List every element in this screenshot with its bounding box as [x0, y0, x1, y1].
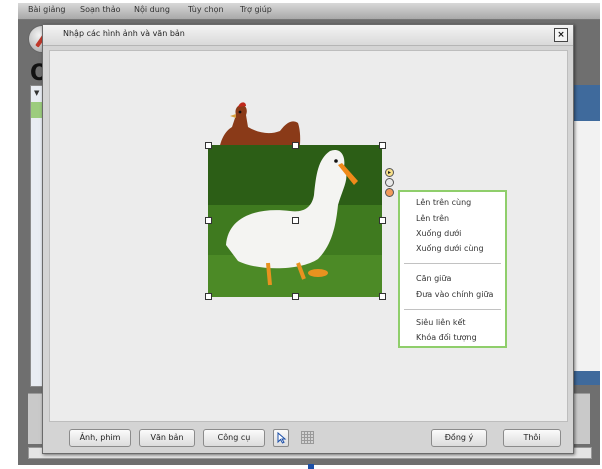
menu-item-lock-object[interactable]: Khóa đối tượng — [416, 333, 477, 342]
object-controls: ▸ — [385, 168, 395, 200]
menu-item-move-to-center[interactable]: Đưa vào chính giữa — [416, 290, 493, 299]
duck-image-selection[interactable] — [205, 142, 386, 300]
rotate-icon[interactable] — [385, 188, 394, 197]
insert-images-text-dialog: Nhập các hình ảnh và văn bản × ▸ Lên trê… — [42, 24, 574, 454]
status-indicator — [308, 464, 314, 469]
resize-handle-top[interactable] — [292, 142, 299, 149]
resize-handle-bottom[interactable] — [292, 293, 299, 300]
grid-icon[interactable] — [301, 431, 314, 444]
close-icon[interactable]: × — [554, 28, 568, 42]
right-side-panel — [570, 85, 600, 385]
menu-lectures[interactable]: Bài giảng — [28, 5, 66, 14]
menu-arrow-icon[interactable]: ▸ — [385, 168, 394, 177]
menu-item-bring-forward[interactable]: Lên trên — [416, 214, 449, 223]
menu-item-send-to-back[interactable]: Xuống dưới cùng — [416, 244, 484, 253]
menu-help[interactable]: Trợ giúp — [240, 5, 272, 14]
images-media-button[interactable]: Ảnh, phim — [69, 429, 131, 447]
text-button[interactable]: Văn bản — [139, 429, 195, 447]
tree-expand-icon[interactable]: ▼ — [34, 89, 39, 97]
resize-handle-right[interactable] — [379, 217, 386, 224]
dialog-title: Nhập các hình ảnh và văn bản — [63, 29, 185, 38]
editing-canvas[interactable]: ▸ Lên trên cùng Lên trên Xuống dưới Xuốn… — [49, 50, 568, 422]
menu-separator — [404, 309, 501, 310]
ok-button[interactable]: Đồng ý — [431, 429, 487, 447]
menu-compose[interactable]: Soạn thảo — [80, 5, 121, 14]
resize-handle-top-left[interactable] — [205, 142, 212, 149]
link-icon[interactable] — [385, 178, 394, 187]
menu-item-send-backward[interactable]: Xuống dưới — [416, 229, 461, 238]
menu-options[interactable]: Tùy chọn — [188, 5, 224, 14]
resize-handle-bottom-left[interactable] — [205, 293, 212, 300]
menu-item-bring-to-front[interactable]: Lên trên cùng — [416, 198, 471, 207]
center-handle[interactable] — [292, 217, 299, 224]
right-panel-content — [574, 121, 600, 371]
resize-handle-bottom-right[interactable] — [379, 293, 386, 300]
dialog-titlebar[interactable]: Nhập các hình ảnh và văn bản × — [43, 25, 573, 46]
resize-handle-left[interactable] — [205, 217, 212, 224]
menu-bar: Bài giảng Soạn thảo Nội dung Tùy chọn Tr… — [18, 3, 600, 20]
menu-item-hyperlink[interactable]: Siêu liên kết — [416, 318, 466, 327]
menu-separator — [404, 263, 501, 264]
menu-item-align-center[interactable]: Căn giữa — [416, 274, 451, 283]
object-context-menu: Lên trên cùng Lên trên Xuống dưới Xuống … — [398, 190, 507, 348]
cancel-button[interactable]: Thôi — [503, 429, 561, 447]
resize-handle-top-right[interactable] — [379, 142, 386, 149]
cursor-arrow-icon[interactable] — [273, 429, 289, 447]
menu-content[interactable]: Nội dung — [134, 5, 170, 14]
tools-button[interactable]: Công cụ — [203, 429, 265, 447]
